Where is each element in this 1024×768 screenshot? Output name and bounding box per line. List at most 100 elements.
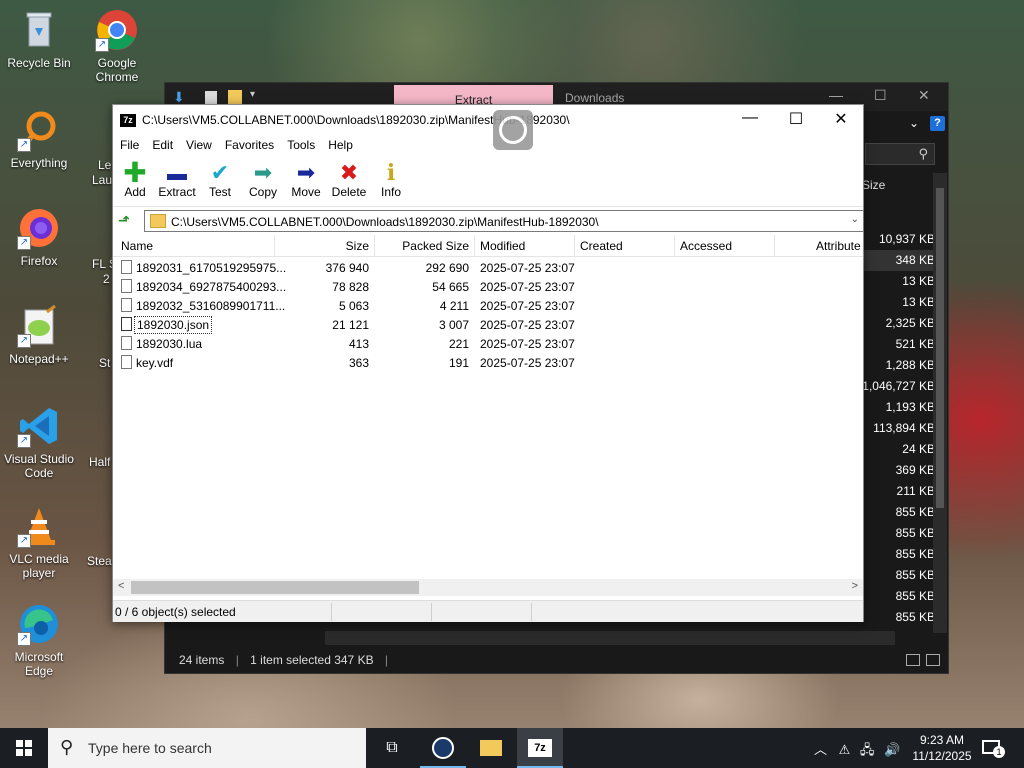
size-cell: 855 KB	[895, 526, 935, 540]
network-warning-icon[interactable]: ⚠	[839, 742, 851, 757]
desktop-icon-firefox[interactable]: ↗ Firefox	[2, 206, 76, 268]
horizontal-scrollbar[interactable]	[325, 631, 895, 645]
file-row[interactable]: key.vdf 363 191 2025-07-25 23:07	[113, 353, 863, 372]
copy-label: Copy	[248, 185, 277, 199]
column-header-attributes[interactable]: Attribute	[816, 239, 864, 253]
size-cell: 211 KB	[896, 484, 935, 498]
scrollbar-thumb[interactable]	[936, 188, 944, 508]
file-packed-size: 191	[448, 356, 469, 370]
menu-view[interactable]: View	[179, 135, 218, 152]
file-modified: 2025-07-25 23:07	[480, 280, 575, 294]
search-icon: ⚲	[918, 146, 928, 161]
maximize-button[interactable]: ☐	[773, 109, 819, 129]
size-cell: 1,288 KB	[885, 358, 935, 372]
file-icon	[121, 298, 132, 312]
info-button[interactable]: i Info	[369, 161, 413, 199]
column-header-size[interactable]: Size	[275, 239, 369, 253]
close-button[interactable]: ✕	[818, 109, 864, 129]
test-button[interactable]: ✔ Test	[198, 161, 242, 200]
move-button[interactable]: ➡ Move	[284, 161, 328, 200]
file-list: 1892031_6170519295975... 376 940 292 690…	[113, 258, 863, 372]
size-cell: 855 KB	[895, 589, 935, 603]
vertical-scrollbar[interactable]	[933, 173, 947, 633]
details-view-icon[interactable]	[906, 654, 920, 666]
task-view-icon[interactable]: ⧉	[369, 728, 415, 768]
desktop-icon-recycle-bin[interactable]: Recycle Bin	[2, 8, 76, 70]
file-row[interactable]: 1892031_6170519295975... 376 940 292 690…	[113, 258, 863, 277]
column-header-modified[interactable]: Modified	[480, 239, 525, 253]
clock[interactable]: 9:23 AM 11/12/2025	[910, 732, 974, 764]
scrollbar-thumb[interactable]	[131, 581, 419, 594]
file-row-focused[interactable]: 1892030.json 21 121 3 007 2025-07-25 23:…	[113, 315, 863, 334]
menu-favorites[interactable]: Favorites	[218, 135, 280, 152]
add-button[interactable]: ✚ Add	[113, 157, 157, 200]
desktop-icon-label: Notepad++	[9, 352, 69, 366]
size-cell: 521 KB	[895, 337, 935, 351]
file-packed-size: 3 007	[438, 318, 469, 332]
horizontal-scrollbar[interactable]: < >	[113, 579, 863, 596]
everything-icon: ↗	[17, 108, 61, 152]
chevron-down-icon[interactable]: ▾	[250, 89, 255, 100]
size-cell: 855 KB	[895, 568, 935, 582]
shortcut-arrow-icon: ↗	[17, 434, 31, 448]
network-icon[interactable]: 🖧	[860, 742, 875, 757]
column-header-packed-size[interactable]: Packed Size	[375, 239, 469, 253]
column-header-name[interactable]: Name	[121, 239, 153, 253]
notification-icon[interactable]: 1	[982, 737, 1005, 759]
desktop-icon-label: Visual Studio Code	[4, 452, 74, 480]
windows-start-icon[interactable]	[16, 740, 32, 756]
chevron-up-icon[interactable]: ︿	[814, 742, 827, 757]
menu-tools[interactable]: Tools	[280, 135, 321, 152]
folder-icon[interactable]	[228, 90, 242, 104]
desktop-icon-everything[interactable]: ↗ Everything	[2, 108, 76, 170]
shortcut-arrow-icon: ↗	[17, 334, 31, 348]
file-row[interactable]: 1892030.lua 413 221 2025-07-25 23:07	[113, 334, 863, 353]
search-input[interactable]: ⚲	[865, 143, 935, 165]
7zip-window[interactable]: 7z C:\Users\VM5.COLLABNET.000\Downloads\…	[112, 104, 864, 622]
close-icon[interactable]: ✕	[918, 87, 930, 104]
taskbar-search-box[interactable]: ⚲ Type here to search	[48, 728, 366, 768]
7zip-title-bar[interactable]: 7z C:\Users\VM5.COLLABNET.000\Downloads\…	[113, 105, 863, 137]
path-combobox[interactable]: C:\Users\VM5.COLLABNET.000\Downloads\189…	[144, 210, 864, 232]
plus-icon: ✚	[123, 157, 147, 188]
desktop-icon-label: Everything	[10, 156, 68, 170]
add-label: Add	[124, 185, 146, 199]
file-packed-size: 221	[448, 337, 469, 351]
desktop-icon-chrome[interactable]: ↗ Google Chrome	[80, 8, 154, 84]
column-header-created[interactable]: Created	[580, 239, 623, 253]
large-icons-view-icon[interactable]	[926, 654, 940, 666]
delete-button[interactable]: ✖ Delete	[327, 161, 371, 200]
7zip-taskbar-icon[interactable]: 7z	[517, 728, 563, 768]
menu-file[interactable]: File	[113, 135, 145, 152]
properties-icon[interactable]	[205, 91, 217, 104]
help-icon[interactable]: ?	[930, 116, 945, 131]
desktop-icon-vscode[interactable]: ↗ Visual Studio Code	[2, 404, 76, 480]
column-header-accessed[interactable]: Accessed	[680, 239, 732, 253]
steam-taskbar-icon[interactable]	[420, 728, 466, 768]
file-size: 363	[348, 356, 369, 370]
7zip-logo-icon: 7z	[120, 114, 136, 127]
file-row[interactable]: 1892032_5316089901711... 5 063 4 211 202…	[113, 296, 863, 315]
minimize-icon[interactable]: —	[829, 87, 843, 103]
expand-ribbon-icon[interactable]: ⌄	[909, 116, 919, 130]
minimize-button[interactable]: —	[727, 109, 773, 127]
column-header-size[interactable]: Size	[862, 178, 885, 192]
file-explorer-taskbar-icon[interactable]	[468, 728, 514, 768]
scroll-left-icon[interactable]: <	[118, 580, 124, 592]
desktop-icon-edge[interactable]: ↗ Microsoft Edge	[2, 602, 76, 678]
desktop-icon-vlc[interactable]: ↗ VLC media player	[2, 504, 76, 580]
menu-help[interactable]: Help	[321, 135, 359, 152]
maximize-icon[interactable]: ☐	[874, 87, 887, 104]
up-folder-icon[interactable]: ⬏	[118, 212, 136, 230]
clock-time: 9:23 AM	[919, 733, 965, 747]
extract-button[interactable]: Extract	[155, 161, 199, 199]
menu-edit[interactable]: Edit	[145, 135, 179, 152]
volume-icon[interactable]: 🔊	[884, 742, 900, 757]
copy-button[interactable]: ➡ Copy	[241, 161, 285, 200]
chevron-down-icon[interactable]: ⌄	[851, 214, 859, 225]
desktop-icon-notepadpp[interactable]: ↗ Notepad++	[2, 304, 76, 366]
file-row[interactable]: 1892034_6927875400293... 78 828 54 665 2…	[113, 277, 863, 296]
desktop-icon-label: Microsoft Edge	[14, 650, 64, 678]
scroll-right-icon[interactable]: >	[852, 580, 858, 592]
shortcut-arrow-icon: ↗	[17, 236, 31, 250]
